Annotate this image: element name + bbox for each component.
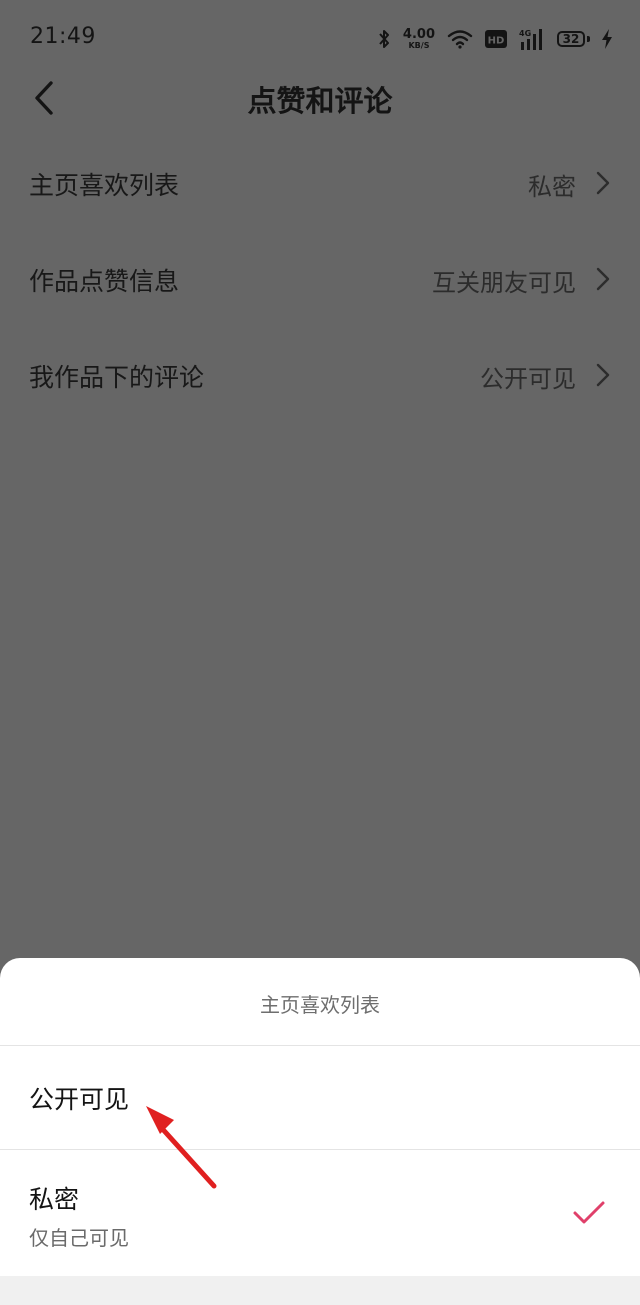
battery-tip bbox=[587, 36, 590, 42]
net-speed: 4.00 KB/S bbox=[403, 28, 435, 50]
status-bar: 21:49 4.00 KB/S HD 4G 32 bbox=[0, 0, 640, 78]
network-label: 4G bbox=[519, 29, 531, 38]
battery-level: 32 bbox=[557, 31, 585, 47]
setting-row-comments[interactable]: 我作品下的评论 公开可见 bbox=[0, 328, 640, 424]
setting-label: 作品点赞信息 bbox=[29, 267, 180, 296]
bluetooth-icon bbox=[379, 30, 389, 48]
setting-label: 主页喜欢列表 bbox=[29, 171, 180, 200]
sheet-title: 主页喜欢列表 bbox=[260, 993, 380, 1017]
check-icon bbox=[573, 1201, 605, 1224]
chevron-right-icon bbox=[596, 363, 610, 387]
sheet-bottom-band bbox=[0, 1276, 640, 1305]
wifi-icon bbox=[447, 30, 473, 49]
hd-label: HD bbox=[488, 36, 505, 47]
setting-value: 私密 bbox=[528, 173, 576, 201]
chevron-right-icon bbox=[596, 171, 610, 195]
battery-icon: 32 bbox=[557, 31, 590, 47]
setting-row-homepage-likes[interactable]: 主页喜欢列表 私密 bbox=[0, 136, 640, 232]
page-title: 点赞和评论 bbox=[247, 84, 393, 118]
bottom-sheet: 主页喜欢列表 公开可见 私密 仅自己可见 bbox=[0, 958, 640, 1305]
option-public[interactable]: 公开可见 bbox=[0, 1046, 640, 1149]
signal-icon: 4G bbox=[519, 29, 542, 50]
setting-value: 互关朋友可见 bbox=[432, 269, 576, 297]
chevron-right-icon bbox=[596, 267, 610, 291]
charging-icon bbox=[602, 29, 612, 49]
annotation-arrow-icon bbox=[146, 1106, 217, 1189]
net-speed-value: 4.00 bbox=[402, 27, 435, 42]
header: 点赞和评论 bbox=[0, 70, 640, 130]
status-icons: 4.00 KB/S HD 4G 32 bbox=[377, 24, 612, 54]
settings-list: 主页喜欢列表 私密 作品点赞信息 互关朋友可见 我作品下的评论 公开可见 bbox=[0, 136, 640, 424]
option-label: 公开可见 bbox=[29, 1085, 130, 1114]
option-private[interactable]: 私密 仅自己可见 bbox=[0, 1150, 640, 1276]
net-speed-unit: KB/S bbox=[408, 41, 430, 50]
hd-icon: HD bbox=[485, 30, 507, 48]
setting-row-work-likes[interactable]: 作品点赞信息 互关朋友可见 bbox=[0, 232, 640, 328]
option-label: 私密 bbox=[29, 1185, 80, 1214]
setting-label: 我作品下的评论 bbox=[29, 363, 205, 392]
setting-value: 公开可见 bbox=[480, 365, 576, 393]
status-time: 21:49 bbox=[30, 24, 96, 49]
option-sublabel: 仅自己可见 bbox=[29, 1226, 129, 1250]
